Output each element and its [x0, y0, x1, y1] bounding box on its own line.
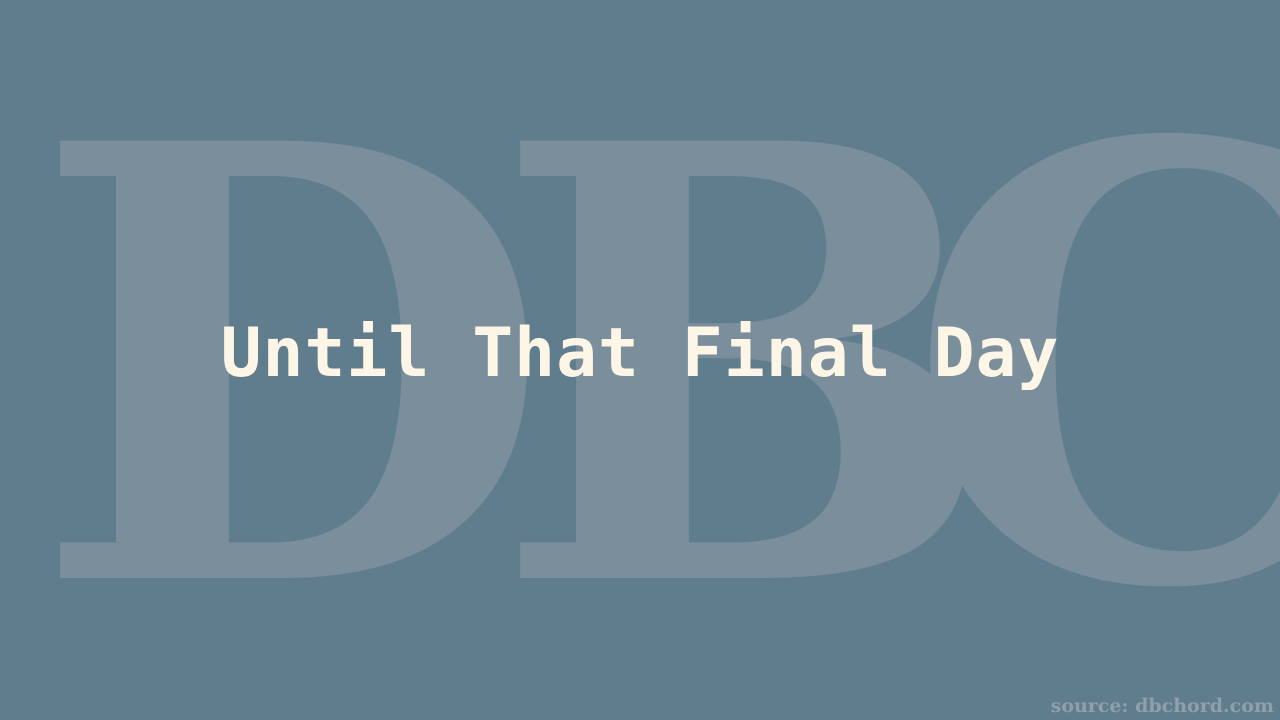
source-credit: source: dbchord.com: [1050, 695, 1274, 717]
song-title: Until That Final Day: [220, 314, 1060, 393]
